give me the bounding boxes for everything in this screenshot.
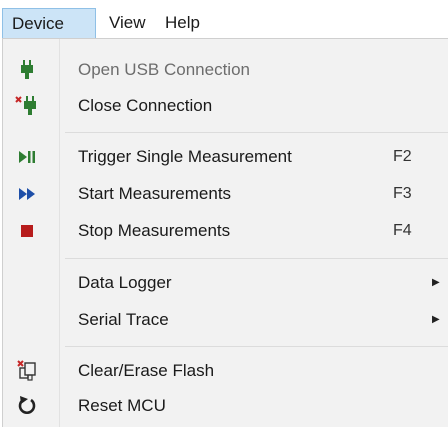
menu-item-trigger-single-measurement[interactable]: Trigger Single Measurement F2 — [3, 140, 448, 174]
menu-item-clear-erase-flash[interactable]: Clear/Erase Flash — [3, 354, 448, 388]
menu-item-open-usb-connection[interactable]: Open USB Connection — [3, 53, 448, 87]
submenu-arrow-icon: ▶ — [432, 277, 440, 288]
menu-item-label: Clear/Erase Flash — [78, 361, 215, 380]
menu-item-label: Stop Measurements — [78, 221, 231, 240]
menu-item-data-logger[interactable]: Data Logger ▶ — [3, 266, 448, 300]
stop-icon — [15, 219, 39, 243]
menu-view[interactable]: View — [100, 8, 152, 38]
menu-item-label: Close Connection — [78, 96, 213, 115]
menu-separator — [65, 346, 448, 347]
menu-separator — [65, 132, 448, 133]
menu-item-label: Start Measurements — [78, 184, 232, 203]
menu-item-reset-mcu[interactable]: Reset MCU — [3, 389, 448, 423]
erase-flash-icon — [15, 359, 39, 383]
fast-forward-icon — [15, 182, 39, 206]
device-dropdown-menu: Open USB Connection Close Connection Tri… — [2, 38, 448, 427]
menu-item-label: Open USB Connection — [78, 60, 250, 79]
usb-plug-icon — [15, 58, 39, 82]
reset-icon — [15, 394, 39, 418]
menu-item-label: Serial Trace — [78, 310, 169, 329]
menu-item-label: Data Logger — [78, 273, 172, 292]
menu-item-close-connection[interactable]: Close Connection — [3, 89, 448, 123]
menu-item-label: Reset MCU — [78, 396, 166, 415]
play-pause-icon — [15, 145, 39, 169]
menu-help[interactable]: Help — [156, 8, 206, 38]
menu-device[interactable]: Device — [2, 8, 96, 38]
shortcut-label: F4 — [393, 222, 412, 239]
submenu-arrow-icon: ▶ — [432, 314, 440, 325]
shortcut-label: F3 — [393, 185, 412, 202]
menu-item-serial-trace[interactable]: Serial Trace ▶ — [3, 303, 448, 337]
menu-item-start-measurements[interactable]: Start Measurements F3 — [3, 177, 448, 211]
shortcut-label: F2 — [393, 148, 412, 165]
menu-item-label: Trigger Single Measurement — [78, 147, 292, 166]
menu-separator — [65, 258, 448, 259]
usb-disconnect-icon — [15, 94, 39, 118]
menu-item-stop-measurements[interactable]: Stop Measurements F4 — [3, 214, 448, 248]
